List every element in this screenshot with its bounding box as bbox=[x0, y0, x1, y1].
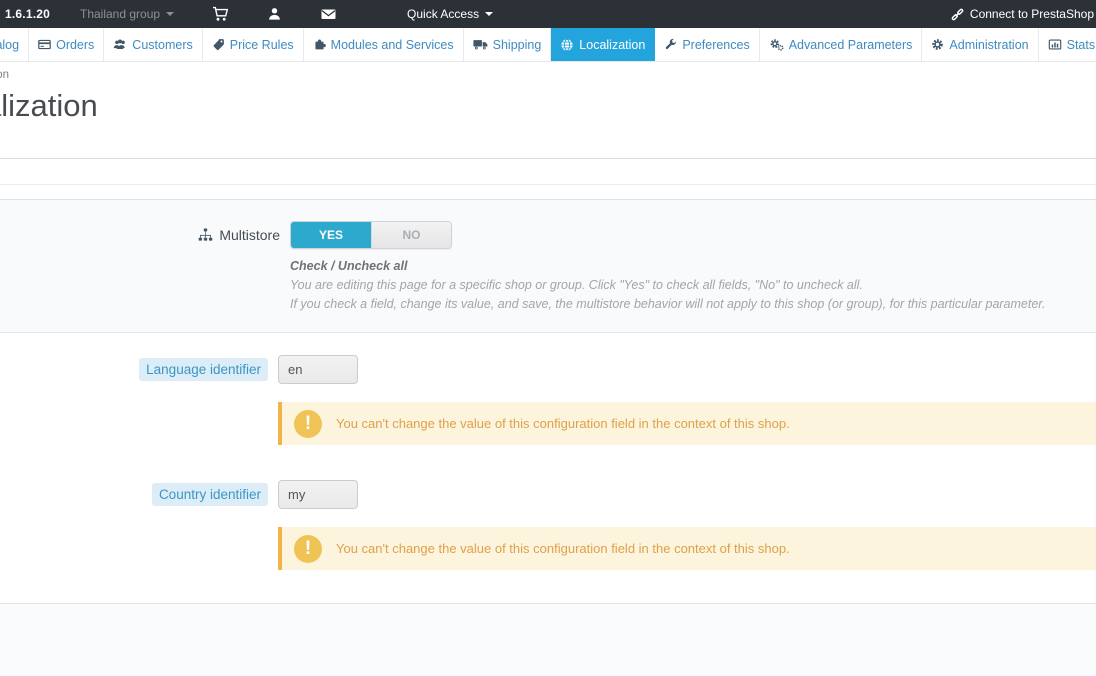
nav-item-preferences[interactable]: Preferences bbox=[655, 28, 759, 61]
sitemap-icon bbox=[198, 228, 213, 242]
gear-icon bbox=[931, 38, 944, 51]
country-identifier-input[interactable] bbox=[278, 480, 358, 509]
multistore-label: Multistore bbox=[0, 227, 280, 243]
quick-access-label: Quick Access bbox=[407, 7, 479, 21]
language-identifier-label: Language identifier bbox=[139, 358, 268, 381]
mail-icon[interactable] bbox=[320, 6, 337, 22]
multistore-yes-button[interactable]: YES bbox=[291, 222, 371, 248]
multistore-switch: YES NO bbox=[290, 221, 452, 249]
spacer-band bbox=[0, 185, 1096, 199]
nav-item-customers[interactable]: Customers bbox=[104, 28, 202, 61]
prestashop-admin-page: 1.6.1.20 Thailand group Quick Access Con… bbox=[0, 0, 1096, 676]
field-row-language-identifier: Language identifier bbox=[0, 355, 1096, 384]
nav-item-localization[interactable]: Localization bbox=[551, 28, 655, 61]
main-nav: Catalog Orders Customers Price Rules Mod… bbox=[0, 28, 1096, 62]
breadcrumb: Localization bbox=[0, 69, 10, 84]
toolbar-band bbox=[0, 159, 1096, 184]
language-identifier-input[interactable] bbox=[278, 355, 358, 384]
wrench-icon bbox=[664, 38, 677, 51]
multistore-help-title: Check / Uncheck all bbox=[290, 257, 1076, 276]
cart-icon[interactable] bbox=[212, 6, 229, 22]
multistore-help: Check / Uncheck all You are editing this… bbox=[290, 257, 1096, 314]
localization-form: Language identifier You can't change the… bbox=[0, 355, 1096, 676]
nav-item-administration[interactable]: Administration bbox=[922, 28, 1038, 61]
page-title: Localization bbox=[0, 88, 420, 134]
tag-icon bbox=[212, 38, 225, 51]
users-icon bbox=[113, 38, 127, 51]
multistore-help-line2: If you check a field, change its value, … bbox=[290, 295, 1076, 314]
nav-item-catalog[interactable]: Catalog bbox=[0, 28, 29, 61]
warning-alert: You can't change the value of this confi… bbox=[278, 527, 1096, 570]
nav-item-shipping[interactable]: Shipping bbox=[464, 28, 552, 61]
shop-group-dropdown[interactable]: Thailand group bbox=[80, 7, 174, 21]
topbar: 1.6.1.20 Thailand group Quick Access Con… bbox=[0, 0, 1096, 28]
version-label: 1.6.1.20 bbox=[5, 7, 50, 21]
nav-item-advanced-parameters[interactable]: Advanced Parameters bbox=[760, 28, 923, 61]
puzzle-icon bbox=[313, 38, 326, 51]
caret-down-icon bbox=[485, 12, 493, 16]
warning-text: You can't change the value of this confi… bbox=[336, 541, 790, 556]
credit-card-icon bbox=[38, 38, 51, 51]
quick-access-dropdown[interactable]: Quick Access bbox=[407, 7, 493, 21]
connect-label: Connect to PrestaShop bbox=[970, 7, 1094, 21]
nav-item-orders[interactable]: Orders bbox=[29, 28, 104, 61]
multistore-panel: Multistore YES NO Check / Uncheck all Yo… bbox=[0, 199, 1096, 333]
shop-group-label: Thailand group bbox=[80, 7, 160, 21]
field-row-country-identifier: Country identifier bbox=[0, 480, 1096, 509]
warning-icon bbox=[294, 535, 322, 563]
footer-band bbox=[0, 603, 1096, 676]
nav-item-stats[interactable]: Stats bbox=[1039, 28, 1096, 61]
gears-icon bbox=[769, 38, 784, 51]
link-icon bbox=[950, 7, 965, 22]
nav-item-price-rules[interactable]: Price Rules bbox=[203, 28, 304, 61]
connect-prestashop-link[interactable]: Connect to PrestaShop bbox=[950, 7, 1094, 22]
country-identifier-label: Country identifier bbox=[152, 483, 268, 506]
multistore-help-line1: You are editing this page for a specific… bbox=[290, 276, 1076, 295]
warning-icon bbox=[294, 410, 322, 438]
page-header: Localization Localization bbox=[0, 62, 1096, 158]
multistore-no-button[interactable]: NO bbox=[371, 222, 451, 248]
user-icon[interactable] bbox=[267, 6, 282, 22]
caret-down-icon bbox=[166, 12, 174, 16]
truck-icon bbox=[473, 38, 488, 51]
bar-chart-icon bbox=[1048, 38, 1062, 51]
nav-item-modules-and-services[interactable]: Modules and Services bbox=[304, 28, 464, 61]
globe-icon bbox=[560, 38, 574, 52]
warning-alert: You can't change the value of this confi… bbox=[278, 402, 1096, 445]
warning-text: You can't change the value of this confi… bbox=[336, 416, 790, 431]
